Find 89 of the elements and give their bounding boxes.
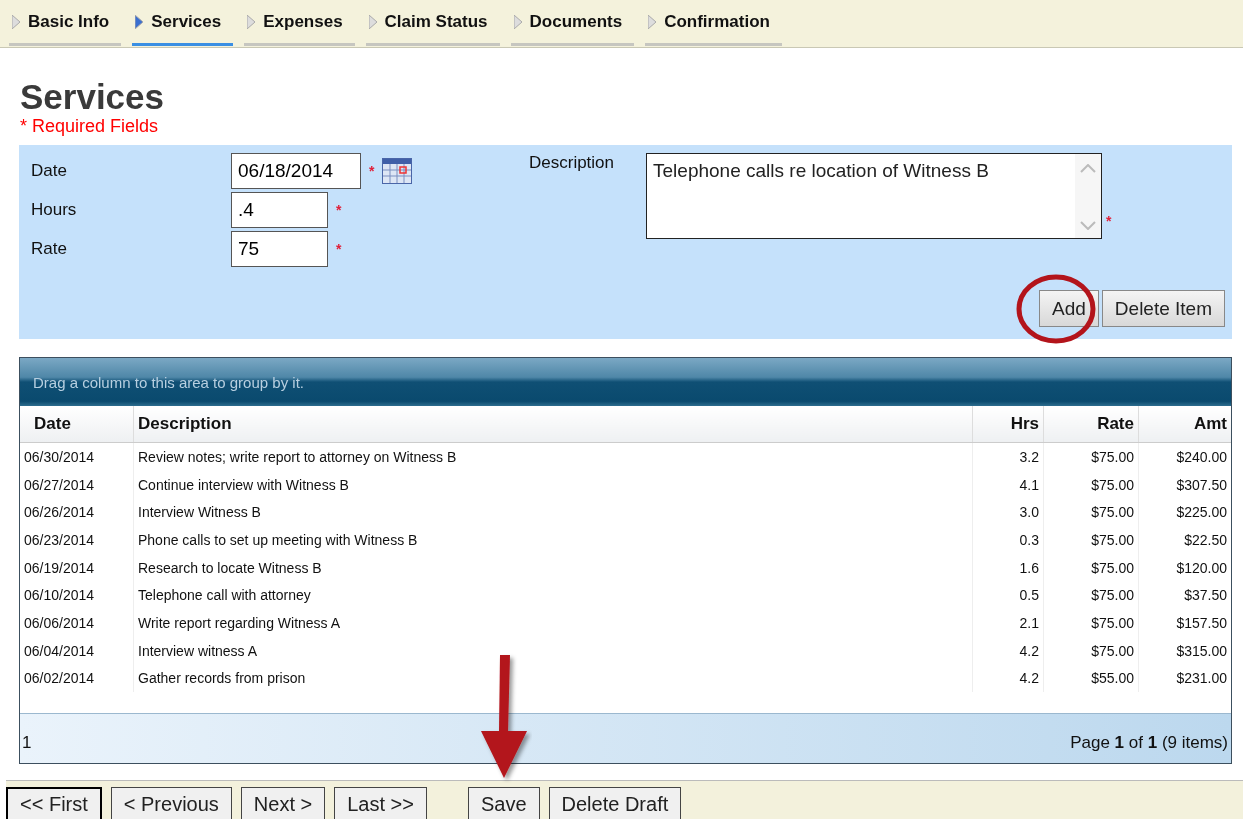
- table-cell: 06/02/2014: [20, 664, 134, 693]
- table-cell: $307.50: [1138, 470, 1231, 499]
- nav-button[interactable]: Next >: [240, 787, 326, 819]
- input-field[interactable]: 75: [231, 231, 328, 267]
- tab[interactable]: Basic Info: [9, 0, 122, 46]
- nav-button[interactable]: << First: [6, 787, 102, 819]
- group-by-hint: Drag a column to this area to group by it.: [33, 373, 304, 391]
- column-header[interactable]: Rate: [1043, 406, 1139, 443]
- scroll-up-icon[interactable]: [1080, 164, 1097, 173]
- table-cell: 4.1: [972, 470, 1044, 499]
- table-cell: $22.50: [1138, 526, 1231, 554]
- table-cell: $240.00: [1138, 442, 1231, 471]
- table-cell: 0.3: [972, 526, 1044, 554]
- nav-button[interactable]: < Previous: [110, 787, 232, 819]
- tab[interactable]: Claim Status: [365, 0, 500, 46]
- table-cell: $75.00: [1043, 609, 1139, 637]
- required-mark: *: [336, 241, 342, 257]
- table-cell: Continue interview with Witness B: [133, 470, 973, 499]
- table-cell: 06/04/2014: [20, 636, 134, 665]
- table-cell: 3.2: [972, 442, 1044, 471]
- required-mark: *: [336, 202, 342, 218]
- table-cell: $75.00: [1043, 553, 1139, 582]
- table-cell: $315.00: [1138, 636, 1231, 665]
- description-field[interactable]: Telephone calls re location of Witness B: [646, 153, 1103, 239]
- table-cell: 06/27/2014: [20, 470, 134, 499]
- triangle-icon: [12, 14, 20, 29]
- table-cell: 2.1: [972, 609, 1044, 637]
- form-button[interactable]: Add: [1039, 290, 1099, 327]
- column-header[interactable]: Hrs: [972, 406, 1044, 443]
- required-mark: *: [1106, 213, 1112, 229]
- triangle-icon: [648, 14, 657, 29]
- required-note: * Required Fields: [20, 116, 159, 136]
- triangle-icon: [135, 14, 144, 29]
- table-cell: $75.00: [1043, 636, 1139, 665]
- tab[interactable]: Documents: [510, 0, 635, 46]
- table-cell: $157.50: [1138, 609, 1231, 637]
- table-cell: Research to locate Witness B: [133, 553, 973, 582]
- date-field[interactable]: 06/18/2014: [231, 153, 361, 189]
- field-label: Hours: [31, 200, 77, 220]
- nav-button[interactable]: Delete Draft: [548, 787, 682, 819]
- table-cell: 4.2: [972, 664, 1044, 693]
- table-cell: $37.50: [1138, 581, 1231, 610]
- triangle-icon: [368, 14, 377, 29]
- table-cell: $75.00: [1043, 498, 1139, 527]
- table-cell: 3.0: [972, 498, 1044, 527]
- tab[interactable]: Services: [132, 0, 234, 46]
- group-by-bar[interactable]: Drag a column to this area to group by it.: [20, 358, 1231, 406]
- table-cell: 1.6: [972, 553, 1044, 582]
- triangle-icon: [247, 14, 256, 29]
- page-title: Services: [20, 78, 165, 116]
- input-field[interactable]: .4: [231, 192, 328, 228]
- table-cell: $120.00: [1138, 553, 1231, 582]
- table-cell: 06/19/2014: [20, 553, 134, 582]
- table-cell: Interview Witness B: [133, 498, 973, 527]
- table-cell: 4.2: [972, 636, 1044, 665]
- required-mark: *: [369, 163, 375, 179]
- tab[interactable]: Expenses: [244, 0, 355, 46]
- nav-button[interactable]: Last >>: [334, 787, 427, 819]
- column-header[interactable]: Description: [133, 406, 973, 443]
- table-cell: Write report regarding Witness A: [133, 609, 973, 637]
- column-header[interactable]: Amt: [1138, 406, 1231, 443]
- tab[interactable]: Confirmation: [645, 0, 782, 46]
- table-cell: 06/26/2014: [20, 498, 134, 527]
- table-cell: Phone calls to set up meeting with Witness B: [133, 526, 973, 554]
- table-cell: Telephone call with attorney: [133, 581, 973, 610]
- field-label: Rate: [31, 239, 67, 259]
- table-cell: 0.5: [972, 581, 1044, 610]
- table-cell: Review notes; write report to attorney on Witness B: [133, 442, 973, 471]
- table-cell: 06/06/2014: [20, 609, 134, 637]
- nav-button[interactable]: Save: [467, 787, 540, 819]
- table-cell: 06/23/2014: [20, 526, 134, 554]
- table-cell: 06/30/2014: [20, 442, 134, 471]
- calendar-icon[interactable]: [382, 158, 413, 184]
- page-info: Page 1 of 1 (9 items): [1070, 732, 1228, 753]
- triangle-icon: [513, 14, 522, 29]
- table-cell: $231.00: [1138, 664, 1231, 693]
- table-cell: $75.00: [1043, 581, 1139, 610]
- table-cell: 06/10/2014: [20, 581, 134, 610]
- column-header[interactable]: Date: [20, 406, 134, 443]
- table-cell: $55.00: [1043, 664, 1139, 693]
- table-cell: $75.00: [1043, 442, 1139, 471]
- table-cell: $75.00: [1043, 526, 1139, 554]
- form-button[interactable]: Delete Item: [1101, 290, 1225, 327]
- scroll-down-icon[interactable]: [1080, 221, 1097, 230]
- field-label: Date: [31, 161, 67, 181]
- page-number[interactable]: 1: [22, 732, 32, 753]
- table-cell: $225.00: [1138, 498, 1231, 527]
- table-cell: $75.00: [1043, 470, 1139, 499]
- field-label: Description: [529, 153, 615, 174]
